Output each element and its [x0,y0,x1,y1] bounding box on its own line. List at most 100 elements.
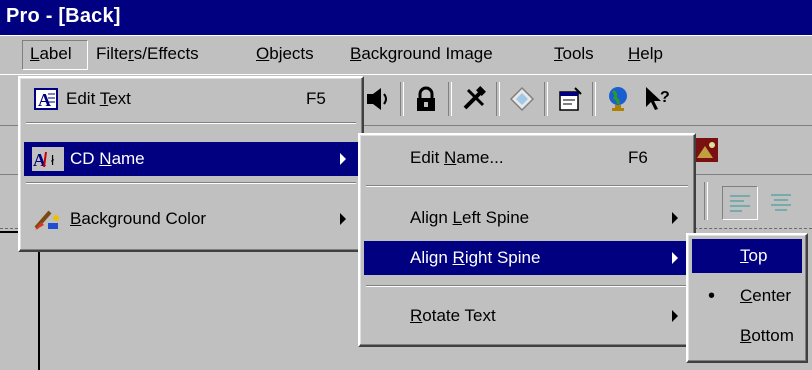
menu-item-edit-text[interactable]: A Edit Text F5 [24,82,358,116]
toolbar-separator [448,82,452,116]
submenu-arrow-icon [672,252,678,264]
speaker-icon[interactable] [360,82,396,116]
menu-text: abel [39,44,72,63]
submenu-arrow-icon [340,213,346,225]
text-a-icon: A [34,88,58,110]
svg-text:A: A [38,90,51,110]
menu-item-label: Top [740,246,767,266]
submenu-arrow-icon [672,310,678,322]
menu-text: Edit [410,148,445,167]
lock-icon[interactable] [408,82,444,116]
menu-text: op [748,246,768,265]
ruler-vertical[interactable] [38,232,40,370]
menu-text: s/Effects [133,44,199,63]
menu-accel: R [452,248,465,267]
bullet-icon: • [708,284,716,307]
menu-item-label: Background Color [70,209,206,229]
align-right-spine-submenu: Top • Center Bottom [686,233,808,363]
menu-separator [26,182,356,184]
properties-icon[interactable] [552,82,588,116]
menu-filters-effects[interactable]: Filters/Effects [96,44,199,64]
menu-accel: O [256,44,270,63]
menu-text: ackground Image [361,44,493,63]
shortcut-label: F5 [306,89,326,108]
help-pointer-icon[interactable]: ? [640,82,676,116]
menu-item-label: Edit Name... [410,148,504,168]
align-center-icon[interactable] [764,186,798,218]
menu-text: ight Spine [464,248,541,267]
align-left-icon[interactable] [722,186,758,220]
menu-item-label: Center [740,286,791,306]
globe-icon[interactable] [600,82,636,116]
menu-item-top[interactable]: Top [692,239,802,273]
diamond-icon[interactable] [504,82,540,116]
menu-accel: T [99,89,109,108]
menu-help[interactable]: Help [628,44,663,64]
menu-text: ame... [456,148,504,167]
image-icon[interactable] [692,136,722,166]
menu-text: elp [640,44,663,63]
shortcut-label: F6 [628,148,648,167]
menu-accel: H [628,44,641,63]
menu-text: CD [70,149,100,168]
toolbar-separator [496,82,500,116]
menu-item-label: Rotate Text [410,306,496,326]
menu-text: ools [562,44,594,63]
svg-text:ł: ł [51,152,55,168]
toolbar-separator [400,82,404,116]
menu-item-background-color[interactable]: Background Color [24,202,358,236]
menu-item-label: Align Right Spine [410,248,540,268]
menu-text: ext [108,89,131,108]
menu-text: otate Text [422,306,496,325]
menu-objects[interactable]: Objects [256,44,314,64]
menu-item-rotate-text[interactable]: Rotate Text [364,299,690,333]
menu-text: ame [111,149,145,168]
menu-accel: T [740,246,749,265]
menu-separator [26,122,356,124]
title-bar [0,0,812,35]
cd-text-icon: Ał [32,147,64,171]
tools-icon[interactable] [456,82,492,116]
menu-accel: L [452,208,462,227]
menu-text: Edit [66,89,100,108]
menu-accel: T [554,44,563,63]
toolbar-buttons: ? [360,82,676,116]
menu-item-bottom[interactable]: Bottom [692,319,802,353]
toolbar-separator [544,82,548,116]
paint-brush-icon [32,206,62,232]
menu-accel: C [740,286,753,305]
menu-text: Align [410,248,453,267]
window-title: Pro - [Back] [6,5,121,27]
menu-separator [366,185,688,187]
submenu-arrow-icon [340,153,346,165]
menu-item-label: Bottom [740,326,794,346]
menu-text: ottom [751,326,794,345]
menu-item-label: Edit Text [66,89,131,109]
menu-accel: N [99,149,112,168]
menu-item-center[interactable]: • Center [692,279,802,313]
menu-text: bjects [269,44,314,63]
menu-text: enter [752,286,792,305]
menu-text: eft Spine [462,208,530,227]
menu-accel: B [70,209,82,228]
menu-accel: N [444,148,457,167]
submenu-arrow-icon [672,212,678,224]
menu-item-cd-name[interactable]: Ał CD Name [24,142,358,176]
toolbar-separator [592,82,596,116]
menu-item-label: CD Name [70,149,145,169]
menu-item-align-right-spine[interactable]: Align Right Spine [364,241,690,275]
menu-accel: R [410,306,423,325]
menu-accel: B [740,326,752,345]
menu-label[interactable]: Label [30,44,72,64]
menu-item-align-left-spine[interactable]: Align Left Spine [364,201,690,235]
menu-text: Filte [96,44,129,63]
label-menu: A Edit Text F5 Ał CD Name Background Col… [18,76,364,252]
menu-separator [366,285,688,287]
menu-tools[interactable]: Tools [554,44,594,64]
menu-background-image[interactable]: Background Image [350,44,493,64]
cd-name-submenu: Edit Name... F6 Align Left Spine Align R… [358,133,696,347]
toolbar-separator [704,182,708,220]
menu-item-label: Align Left Spine [410,208,529,228]
menu-text: ackground Color [81,209,207,228]
menu-item-edit-name[interactable]: Edit Name... F6 [364,141,690,175]
